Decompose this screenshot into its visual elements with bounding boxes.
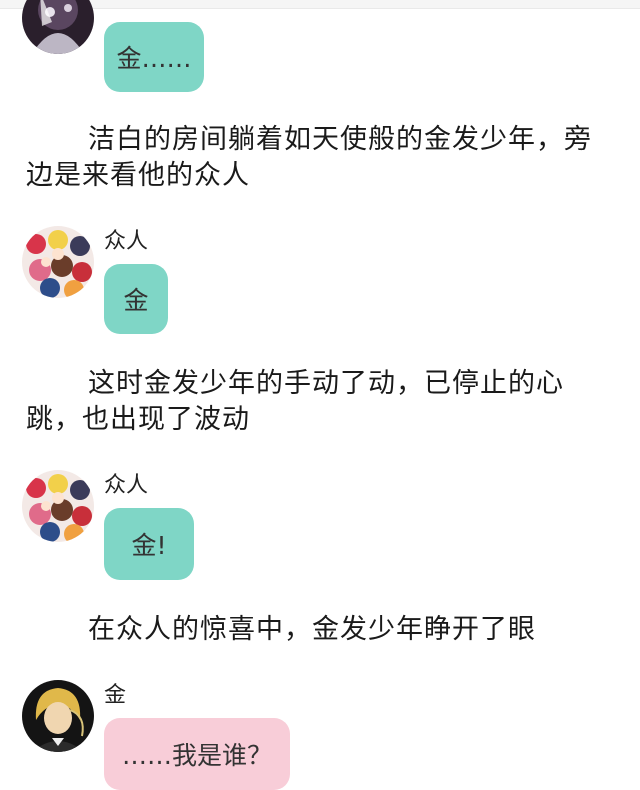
narration-line: 边是来看他的众人 xyxy=(26,160,250,191)
message-bubble[interactable]: ……我是谁？ xyxy=(104,718,290,790)
narration-text: 跳，也出现了波动 xyxy=(26,402,250,438)
narration-line: 这时金发少年的手动了动，已停止的心 xyxy=(88,368,564,399)
narration-text: 边是来看他的众人 xyxy=(26,158,250,194)
narration-line: 在众人的惊喜中，金发少年睁开了眼 xyxy=(88,614,536,645)
blond-boy-avatar[interactable] xyxy=(22,680,94,752)
sender-name: 金 xyxy=(104,683,127,708)
message-text: 金…… xyxy=(116,44,192,73)
narration-text: 洁白的房间躺着如天使般的金发少年，旁 xyxy=(88,122,592,158)
dark-character-avatar[interactable] xyxy=(22,0,94,54)
message-bubble[interactable]: 金…… xyxy=(104,22,204,92)
narration-text: 在众人的惊喜中，金发少年睁开了眼 xyxy=(88,612,536,648)
narration-text: 这时金发少年的手动了动，已停止的心 xyxy=(88,366,564,402)
narration-line: 跳，也出现了波动 xyxy=(26,404,250,435)
narration-line: 洁白的房间躺着如天使般的金发少年，旁 xyxy=(88,124,592,155)
message-text: 金! xyxy=(131,531,167,560)
message-text: ……我是谁？ xyxy=(121,741,272,770)
sender-name: 众人 xyxy=(104,229,149,254)
sender-name: 众人 xyxy=(104,473,149,498)
top-divider xyxy=(0,0,640,9)
message-bubble[interactable]: 金! xyxy=(104,508,194,580)
message-text: 金 xyxy=(123,286,149,315)
group-anime-avatar[interactable] xyxy=(22,470,94,542)
message-bubble[interactable]: 金 xyxy=(104,264,168,334)
group-anime-avatar[interactable] xyxy=(22,226,94,298)
